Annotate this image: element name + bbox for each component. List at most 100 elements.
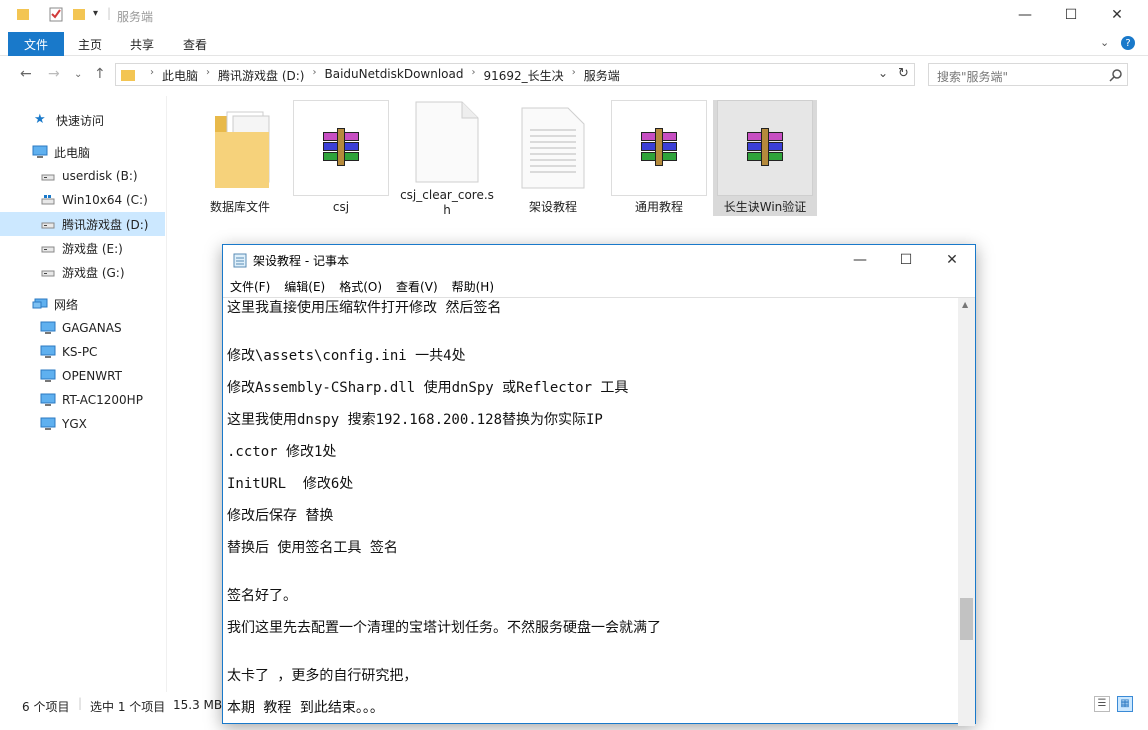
notepad-title: 架设教程 - 记事本 [253,254,349,268]
menu-edit[interactable]: 编辑(E) [277,275,332,297]
text-file-icon [505,100,601,196]
search-icon[interactable] [1109,68,1123,82]
up-icon[interactable]: ↑ [94,66,106,82]
tab-view[interactable]: 查看 [183,36,207,53]
properties-icon[interactable] [48,6,64,24]
sidebar-item-ks-pc[interactable]: KS-PC [0,340,165,364]
folder-icon [17,9,29,20]
blank-file-icon [399,100,495,184]
menu-file[interactable]: 文件(F) [223,275,277,297]
windows-drive-icon [41,195,55,205]
text-line: 替换后 使用签名工具 签名 [227,540,398,556]
file-item-general-tutorial[interactable]: 通用教程 [611,100,707,216]
file-item-setup-tutorial[interactable]: 架设教程 [505,100,601,216]
text-line: 这里我直接使用压缩软件打开修改 然后签名 [227,300,502,316]
tab-share[interactable]: 共享 [130,36,154,53]
menu-help[interactable]: 帮助(H) [445,275,501,297]
crumb-91692[interactable]: 91692_长生决 [484,67,564,84]
notepad-menubar: 文件(F) 编辑(E) 格式(O) 查看(V) 帮助(H) [223,275,975,297]
sidebar-item-ygx[interactable]: YGX [0,412,165,436]
chevron-right-icon[interactable]: › [572,67,576,84]
menu-format[interactable]: 格式(O) [332,275,389,297]
ribbon-expand-icon[interactable]: ⌄ [1100,36,1109,49]
file-label: csj [332,200,350,214]
menu-view[interactable]: 查看(V) [389,275,445,297]
computer-icon [40,417,56,430]
crumb-drive-d[interactable]: 腾讯游戏盘 (D:) [218,67,304,84]
computer-icon [40,369,56,382]
sidebar-item-gaganas[interactable]: GAGANAS [0,316,165,340]
file-item-database-folder[interactable]: 数据库文件 [192,100,288,216]
vertical-scrollbar[interactable]: ▲ [958,298,975,726]
sidebar-item-drive-e[interactable]: 游戏盘 (E:) [0,236,165,260]
maximize-button[interactable]: ☐ [1048,0,1094,30]
address-bar[interactable]: › 此电脑 › 腾讯游戏盘 (D:) › BaiduNetdiskDownloa… [115,63,915,86]
file-label: 通用教程 [634,200,683,214]
scrollbar-thumb[interactable] [960,598,973,640]
sidebar-item-rt-ac1200hp[interactable]: RT-AC1200HP [0,388,165,412]
address-dropdown-icon[interactable]: ⌄ [878,66,888,80]
crumb-baidu[interactable]: BaiduNetdiskDownload [324,67,463,84]
tab-file[interactable]: 文件 [8,32,64,56]
winrar-icon [611,100,707,196]
text-line: 这里我使用dnspy 搜索192.168.200.128替换为你实际IP [227,412,603,428]
selection-size: 15.3 MB [173,698,223,712]
file-item-csj-clear-core[interactable]: csj_clear_core.sh [399,100,495,217]
customize-toolbar-icon[interactable]: ▾ [93,8,98,26]
close-button[interactable]: ✕ [1094,0,1140,30]
chevron-right-icon[interactable]: › [472,67,476,84]
notepad-maximize-button[interactable]: ☐ [883,245,929,275]
large-icons-view-icon[interactable]: ▦ [1117,696,1133,712]
sidebar-item-label: OPENWRT [62,369,122,383]
file-label: csj_clear_core.sh [400,188,494,217]
text-line: 签名好了。 [227,588,297,604]
sidebar-item-label: RT-AC1200HP [62,393,143,407]
computer-icon [40,393,56,406]
sidebar-item-label: GAGANAS [62,321,122,335]
sidebar-item-drive-g[interactable]: 游戏盘 (G:) [0,260,165,284]
notepad-window: 架设教程 - 记事本 — ☐ ✕ 文件(F) 编辑(E) 格式(O) 查看(V)… [222,244,976,726]
item-count: 6 个项目 [22,700,70,714]
sidebar-item-drive-b[interactable]: userdisk (B:) [0,164,165,188]
sidebar-item-quick-access[interactable]: ★ 快速访问 [0,108,165,132]
details-view-icon[interactable]: ☰ [1094,696,1110,712]
recent-locations-icon[interactable]: ⌄ [74,69,82,80]
sidebar-item-label: 游戏盘 (E:) [62,241,123,256]
chevron-right-icon[interactable]: › [312,67,316,84]
file-item-changshengjue-win[interactable]: 长生诀Win验证 [713,100,817,216]
notepad-text-area[interactable]: 这里我直接使用压缩软件打开修改 然后签名 修改\assets\config.in… [223,297,975,726]
back-icon[interactable]: ← [20,66,32,82]
sidebar-item-label: 网络 [54,297,79,312]
sidebar-item-this-pc[interactable]: 此电脑 [0,140,165,164]
sidebar-item-label: 此电脑 [54,145,91,160]
crumb-this-pc[interactable]: 此电脑 [162,67,198,84]
explorer-titlebar: ▾ | 服务端 — ☐ ✕ [0,0,1148,32]
window-title: 服务端 [117,10,154,24]
chevron-right-icon[interactable]: › [206,67,210,84]
text-line: 修改后保存 替换 [227,508,334,524]
text-line: 修改Assembly-CSharp.dll 使用dnSpy 或Reflector… [227,380,629,396]
sidebar-item-network[interactable]: 网络 [0,292,165,316]
forward-icon[interactable]: → [48,66,60,82]
scroll-up-icon[interactable]: ▲ [962,300,968,309]
sidebar-item-drive-d[interactable]: 腾讯游戏盘 (D:) [0,212,165,236]
title-divider: | [107,6,112,20]
sidebar-item-openwrt[interactable]: OPENWRT [0,364,165,388]
minimize-button[interactable]: — [1002,0,1048,30]
notepad-close-button[interactable]: ✕ [929,245,975,275]
file-item-csj[interactable]: csj [293,100,389,216]
help-icon[interactable]: ? [1121,36,1135,50]
navigation-pane: ★ 快速访问 此电脑 userdisk (B:) Win10x64 (C:) 腾… [0,96,165,696]
tab-home[interactable]: 主页 [78,36,102,53]
crumb-server[interactable]: 服务端 [584,67,620,84]
refresh-icon[interactable]: ↻ [898,66,909,81]
new-folder-icon[interactable] [72,6,86,24]
sidebar-item-drive-c[interactable]: Win10x64 (C:) [0,188,165,212]
breadcrumb: › 此电脑 › 腾讯游戏盘 (D:) › BaiduNetdiskDownloa… [142,67,620,84]
computer-icon [40,345,56,358]
search-input[interactable]: 搜索"服务端" [928,63,1128,86]
star-icon: ★ [34,112,46,127]
notepad-minimize-button[interactable]: — [837,245,883,275]
